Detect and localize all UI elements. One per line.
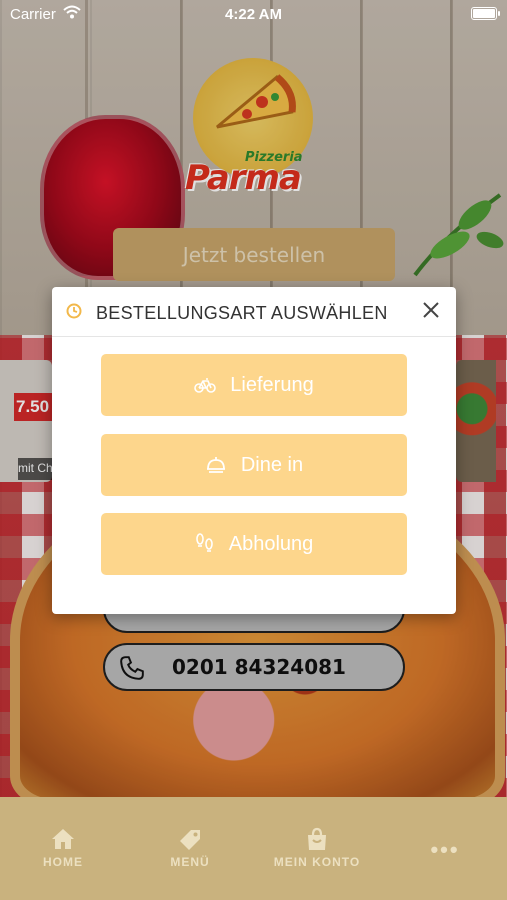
modal-header: BESTELLUNGSART AUSWÄHLEN [52,287,456,337]
order-type-icon [66,303,82,319]
tab-home-label: HOME [43,855,83,869]
tab-menu-label: MENÜ [170,855,210,869]
delivery-option-label: Lieferung [230,373,314,396]
bag-icon [308,827,326,850]
status-time: 4:22 AM [225,6,282,23]
tab-home[interactable]: HOME [8,827,118,877]
pickup-option-button[interactable]: Abholung [101,513,407,575]
battery-icon [471,7,500,20]
delivery-option-button[interactable]: Lieferung [101,354,407,416]
dine-in-option-label: Dine in [240,453,304,476]
dine-in-option-button[interactable]: Dine in [101,434,407,496]
close-icon [423,302,439,318]
tab-my-account[interactable]: MEIN KONTO [262,827,372,877]
pickup-option-label: Abholung [228,532,314,555]
bottom-tab-bar: HOME MENÜ MEIN KONTO ••• [0,797,507,900]
status-bar: Carrier 4:22 AM [0,0,507,28]
bicycle-icon [194,378,217,393]
tab-menu[interactable]: MENÜ [135,827,245,877]
tab-my-account-label: MEIN KONTO [273,855,361,869]
close-button[interactable] [418,297,444,323]
modal-title: BESTELLUNGSART AUSWÄHLEN [96,303,388,323]
order-type-modal: BESTELLUNGSART AUSWÄHLEN Lieferung Dine … [52,287,456,614]
dish-icon [206,457,225,473]
tab-more[interactable]: ••• [390,837,500,887]
more-icon: ••• [430,837,460,862]
home-icon [52,829,74,849]
footprints-icon [195,533,213,552]
tag-icon [180,830,200,850]
